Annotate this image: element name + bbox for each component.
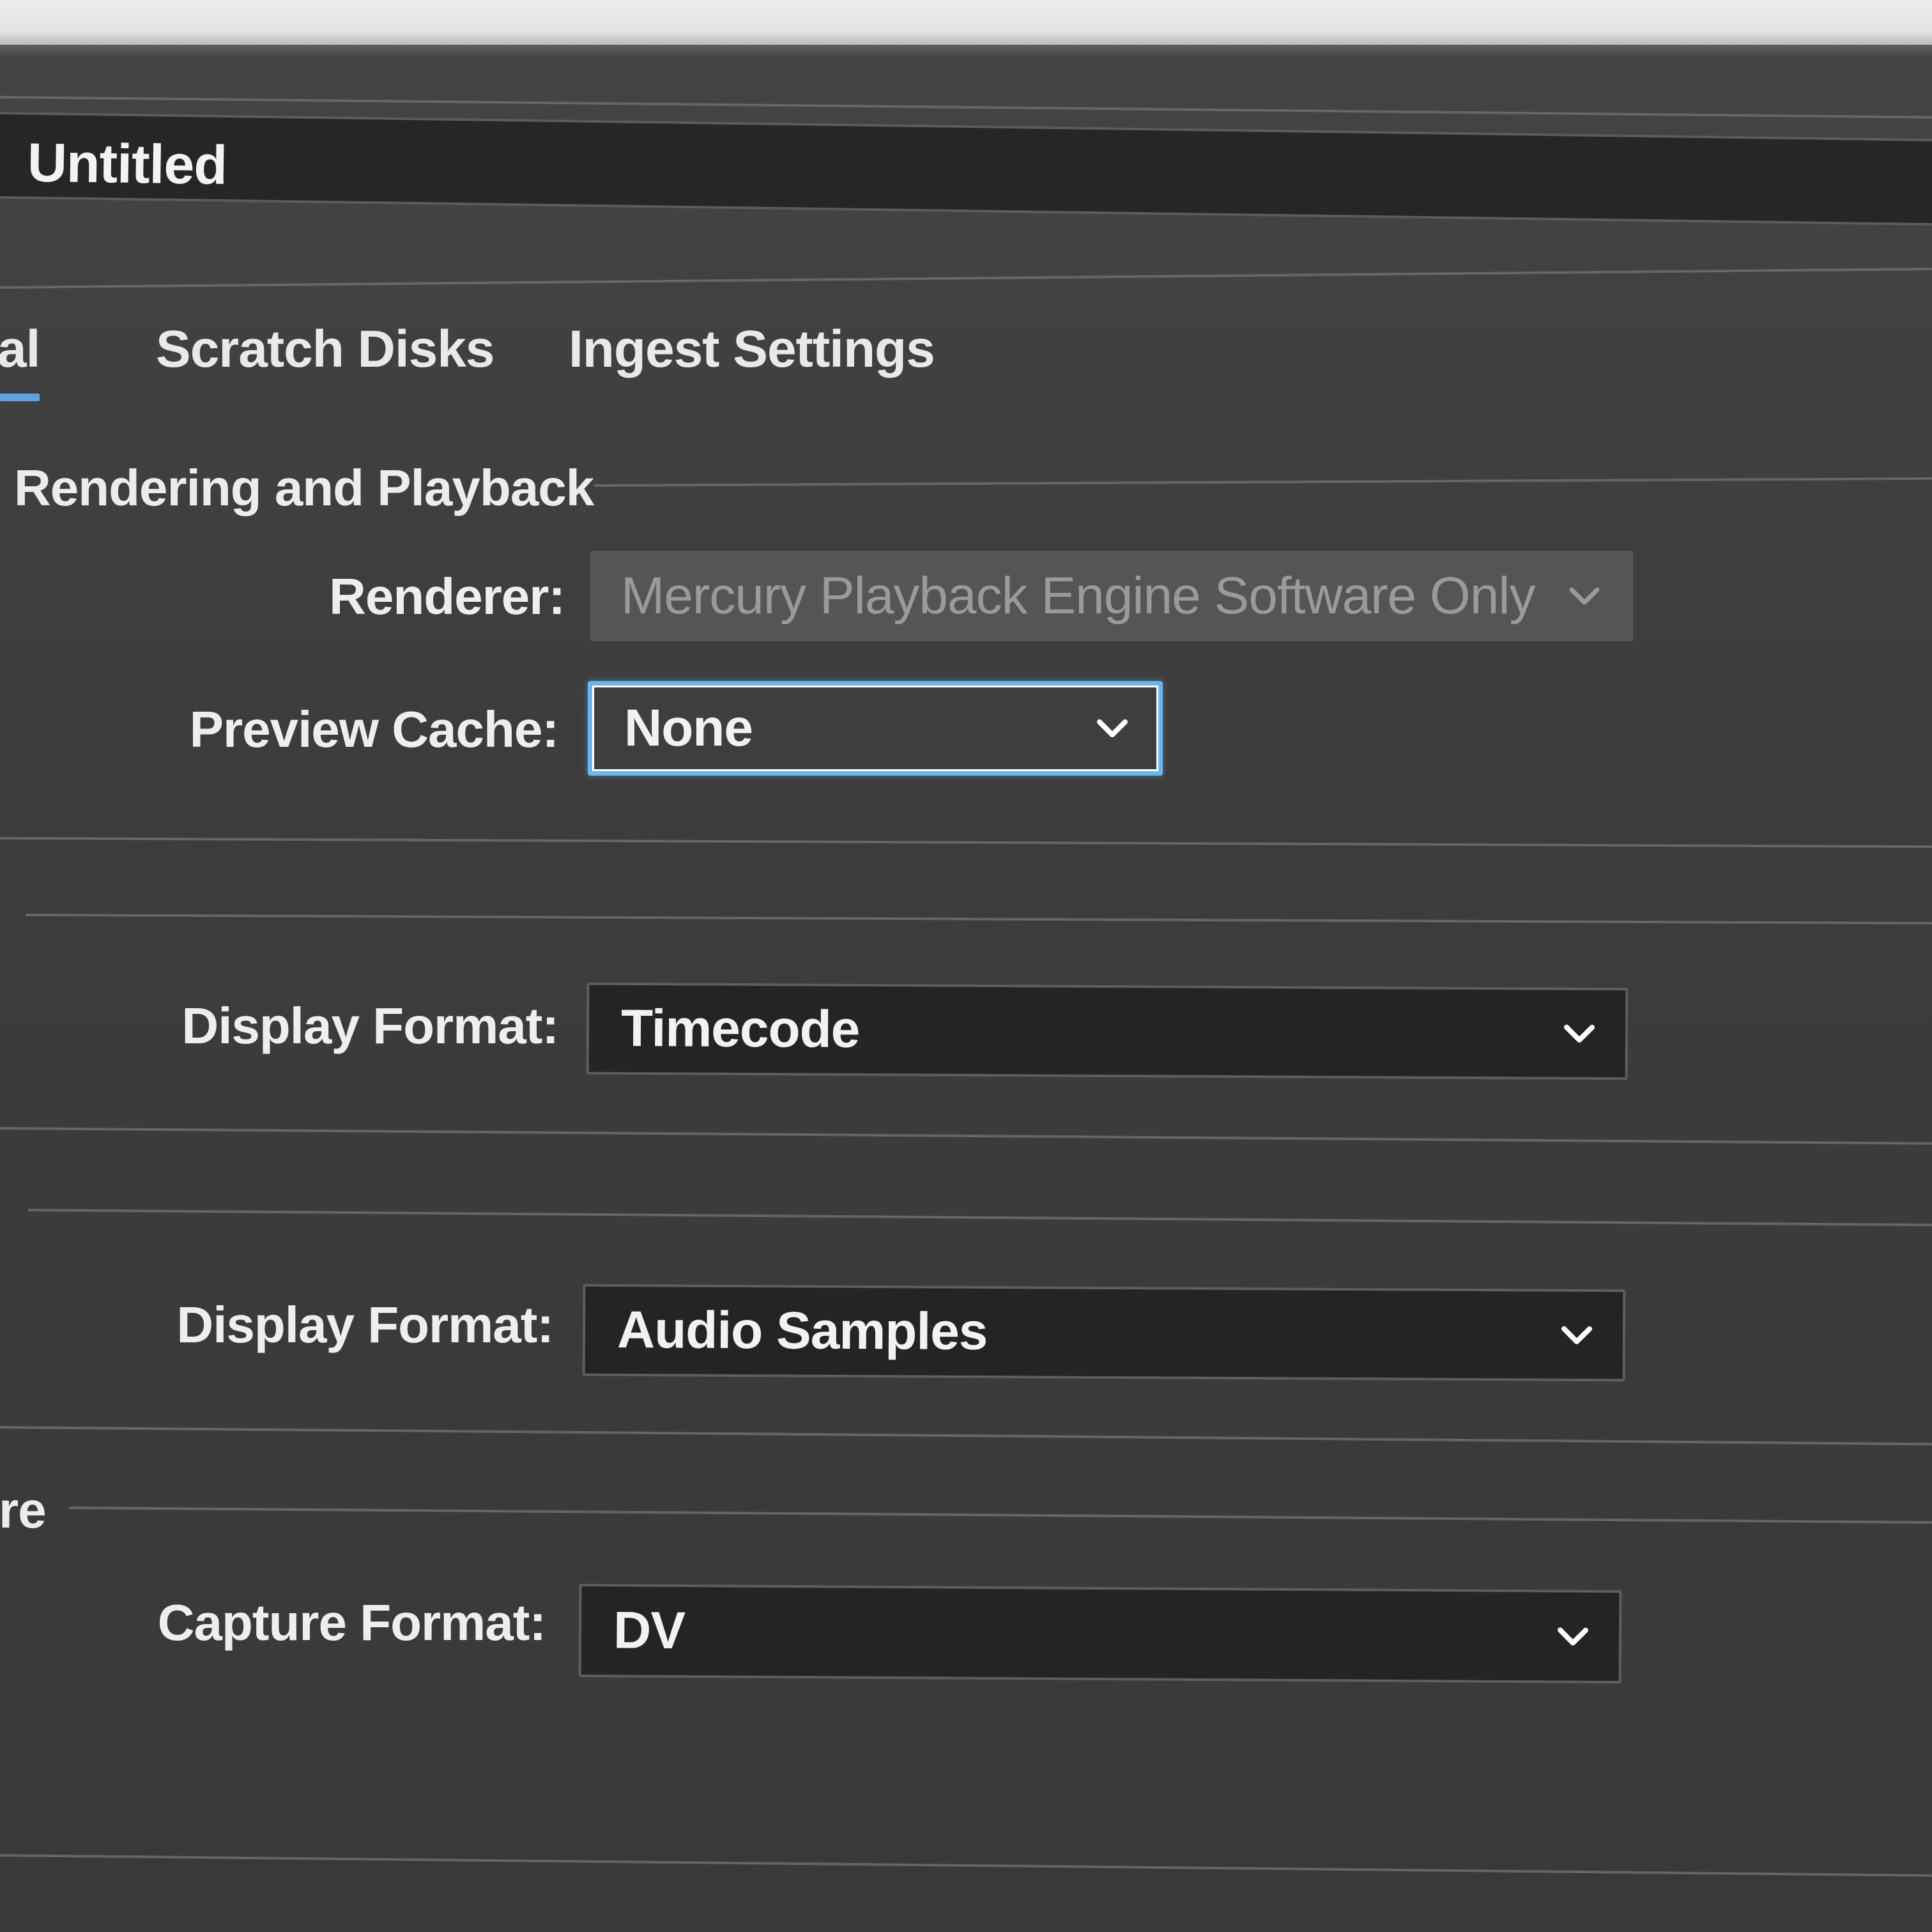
divider <box>0 96 1932 119</box>
divider <box>0 1426 1932 1446</box>
project-name: Untitled <box>27 132 227 196</box>
video-display-format-value: Timecode <box>620 999 860 1059</box>
rendering-section-title: Rendering and Playback <box>14 459 594 516</box>
section-divider <box>68 1506 1932 1524</box>
tab-ingest-settings[interactable]: Ingest Settings <box>569 319 935 379</box>
capture-format-dropdown[interactable]: DV <box>578 1584 1622 1683</box>
audio-display-format-label: Display Format: <box>176 1296 554 1353</box>
preview-cache-dropdown[interactable]: None <box>588 681 1163 776</box>
project-name-field[interactable]: Untitled <box>0 112 1932 226</box>
video-display-format-label: Display Format: <box>181 997 559 1054</box>
audio-display-format-dropdown[interactable]: Audio Samples <box>582 1284 1626 1382</box>
renderer-dropdown[interactable]: Mercury Playback Engine Software Only <box>590 551 1633 641</box>
renderer-value: Mercury Playback Engine Software Only <box>621 567 1536 625</box>
project-settings-dialog: Untitled al Scratch Disks Ingest Setting… <box>0 0 1932 1932</box>
capture-format-label: Capture Format: <box>157 1594 546 1651</box>
preview-cache-label: Preview Cache: <box>189 701 559 758</box>
renderer-label: Renderer: <box>329 568 565 625</box>
screen-glare <box>0 0 1932 57</box>
tab-general[interactable]: al <box>0 319 40 379</box>
audio-display-format-value: Audio Samples <box>617 1301 988 1361</box>
capture-format-value: DV <box>613 1601 686 1660</box>
section-divider <box>594 477 1932 487</box>
divider <box>0 1127 1932 1145</box>
capture-section-title: re <box>0 1482 47 1538</box>
tab-scratch-disks[interactable]: Scratch Disks <box>156 319 494 379</box>
chevron-down-icon <box>1558 1627 1589 1646</box>
section-divider <box>27 1209 1932 1227</box>
chevron-down-icon <box>1569 587 1600 605</box>
chevron-down-icon <box>1564 1024 1595 1043</box>
section-divider <box>25 914 1932 925</box>
tab-active-indicator <box>0 394 40 401</box>
chevron-down-icon <box>1097 719 1128 737</box>
preview-cache-value: None <box>624 699 753 757</box>
chevron-down-icon <box>1561 1326 1593 1344</box>
divider <box>0 267 1932 289</box>
divider <box>0 837 1932 848</box>
video-display-format-dropdown[interactable]: Timecode <box>586 982 1629 1080</box>
divider <box>0 1854 1932 1877</box>
